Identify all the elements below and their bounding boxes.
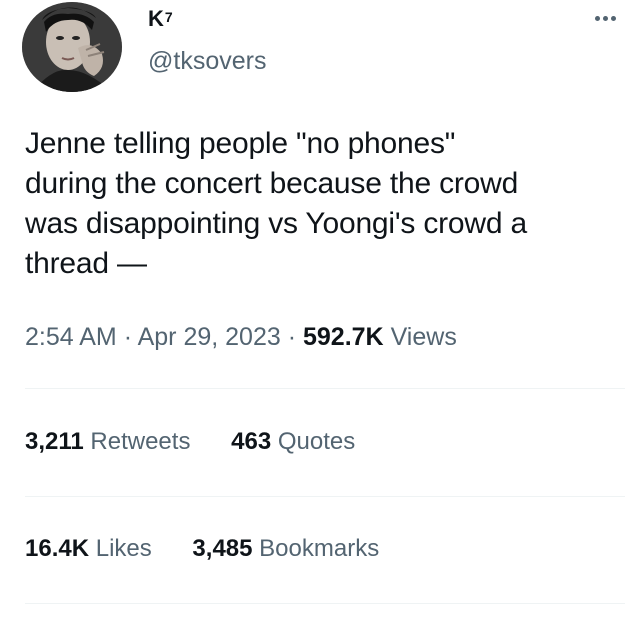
likes-label: Likes <box>95 535 152 562</box>
user-handle[interactable]: @tksovers <box>148 46 266 76</box>
display-name[interactable]: K7 <box>148 6 173 32</box>
tweet-time[interactable]: 2:54 AM <box>25 323 117 351</box>
meta-separator: · <box>123 323 133 351</box>
avatar-image <box>22 2 122 92</box>
display-name-superscript: 7 <box>164 9 173 25</box>
avatar[interactable] <box>22 2 122 92</box>
bookmarks-count: 3,485 <box>192 535 253 562</box>
retweets-label: Retweets <box>90 428 191 455</box>
tweet-text: Jenne telling people "no phones" during … <box>25 124 633 284</box>
divider <box>25 496 625 497</box>
more-dot <box>602 15 608 21</box>
likes-stat[interactable]: 16.4K Likes <box>25 533 152 565</box>
more-dot <box>594 15 600 21</box>
tweet-text-line: during the concert because the crowd <box>25 167 519 200</box>
likes-count: 16.4K <box>25 535 90 562</box>
retweets-stat[interactable]: 3,211 Retweets <box>25 426 190 458</box>
divider <box>25 388 625 389</box>
tweet-date[interactable]: Apr 29, 2023 <box>138 323 281 351</box>
quotes-count: 463 <box>231 428 272 455</box>
bookmarks-label: Bookmarks <box>259 535 380 562</box>
views-label: Views <box>390 323 457 351</box>
tweet-card: K7 @tksovers Jenne telling people "no ph… <box>0 0 640 622</box>
divider <box>25 603 625 604</box>
meta-separator: · <box>287 323 297 351</box>
quotes-label: Quotes <box>277 428 356 455</box>
retweets-count: 3,211 <box>25 428 84 455</box>
more-options-icon[interactable] <box>590 8 620 28</box>
more-dot <box>610 15 616 21</box>
display-name-text: K <box>148 6 164 31</box>
tweet-text-line: thread — <box>25 247 147 280</box>
stats-row-saves: 16.4K Likes 3,485 Bookmarks <box>25 533 379 565</box>
bookmarks-stat[interactable]: 3,485 Bookmarks <box>192 533 379 565</box>
tweet-text-line: Jenne telling people "no phones" <box>25 127 456 160</box>
views-count: 592.7K <box>303 323 384 351</box>
quotes-stat[interactable]: 463 Quotes <box>231 426 355 458</box>
tweet-text-line: was disappointing vs Yoongi's crowd a <box>25 207 527 240</box>
stats-row-engagement: 3,211 Retweets 463 Quotes <box>25 426 355 458</box>
tweet-meta: 2:54 AM · Apr 29, 2023 · 592.7K Views <box>25 319 457 355</box>
